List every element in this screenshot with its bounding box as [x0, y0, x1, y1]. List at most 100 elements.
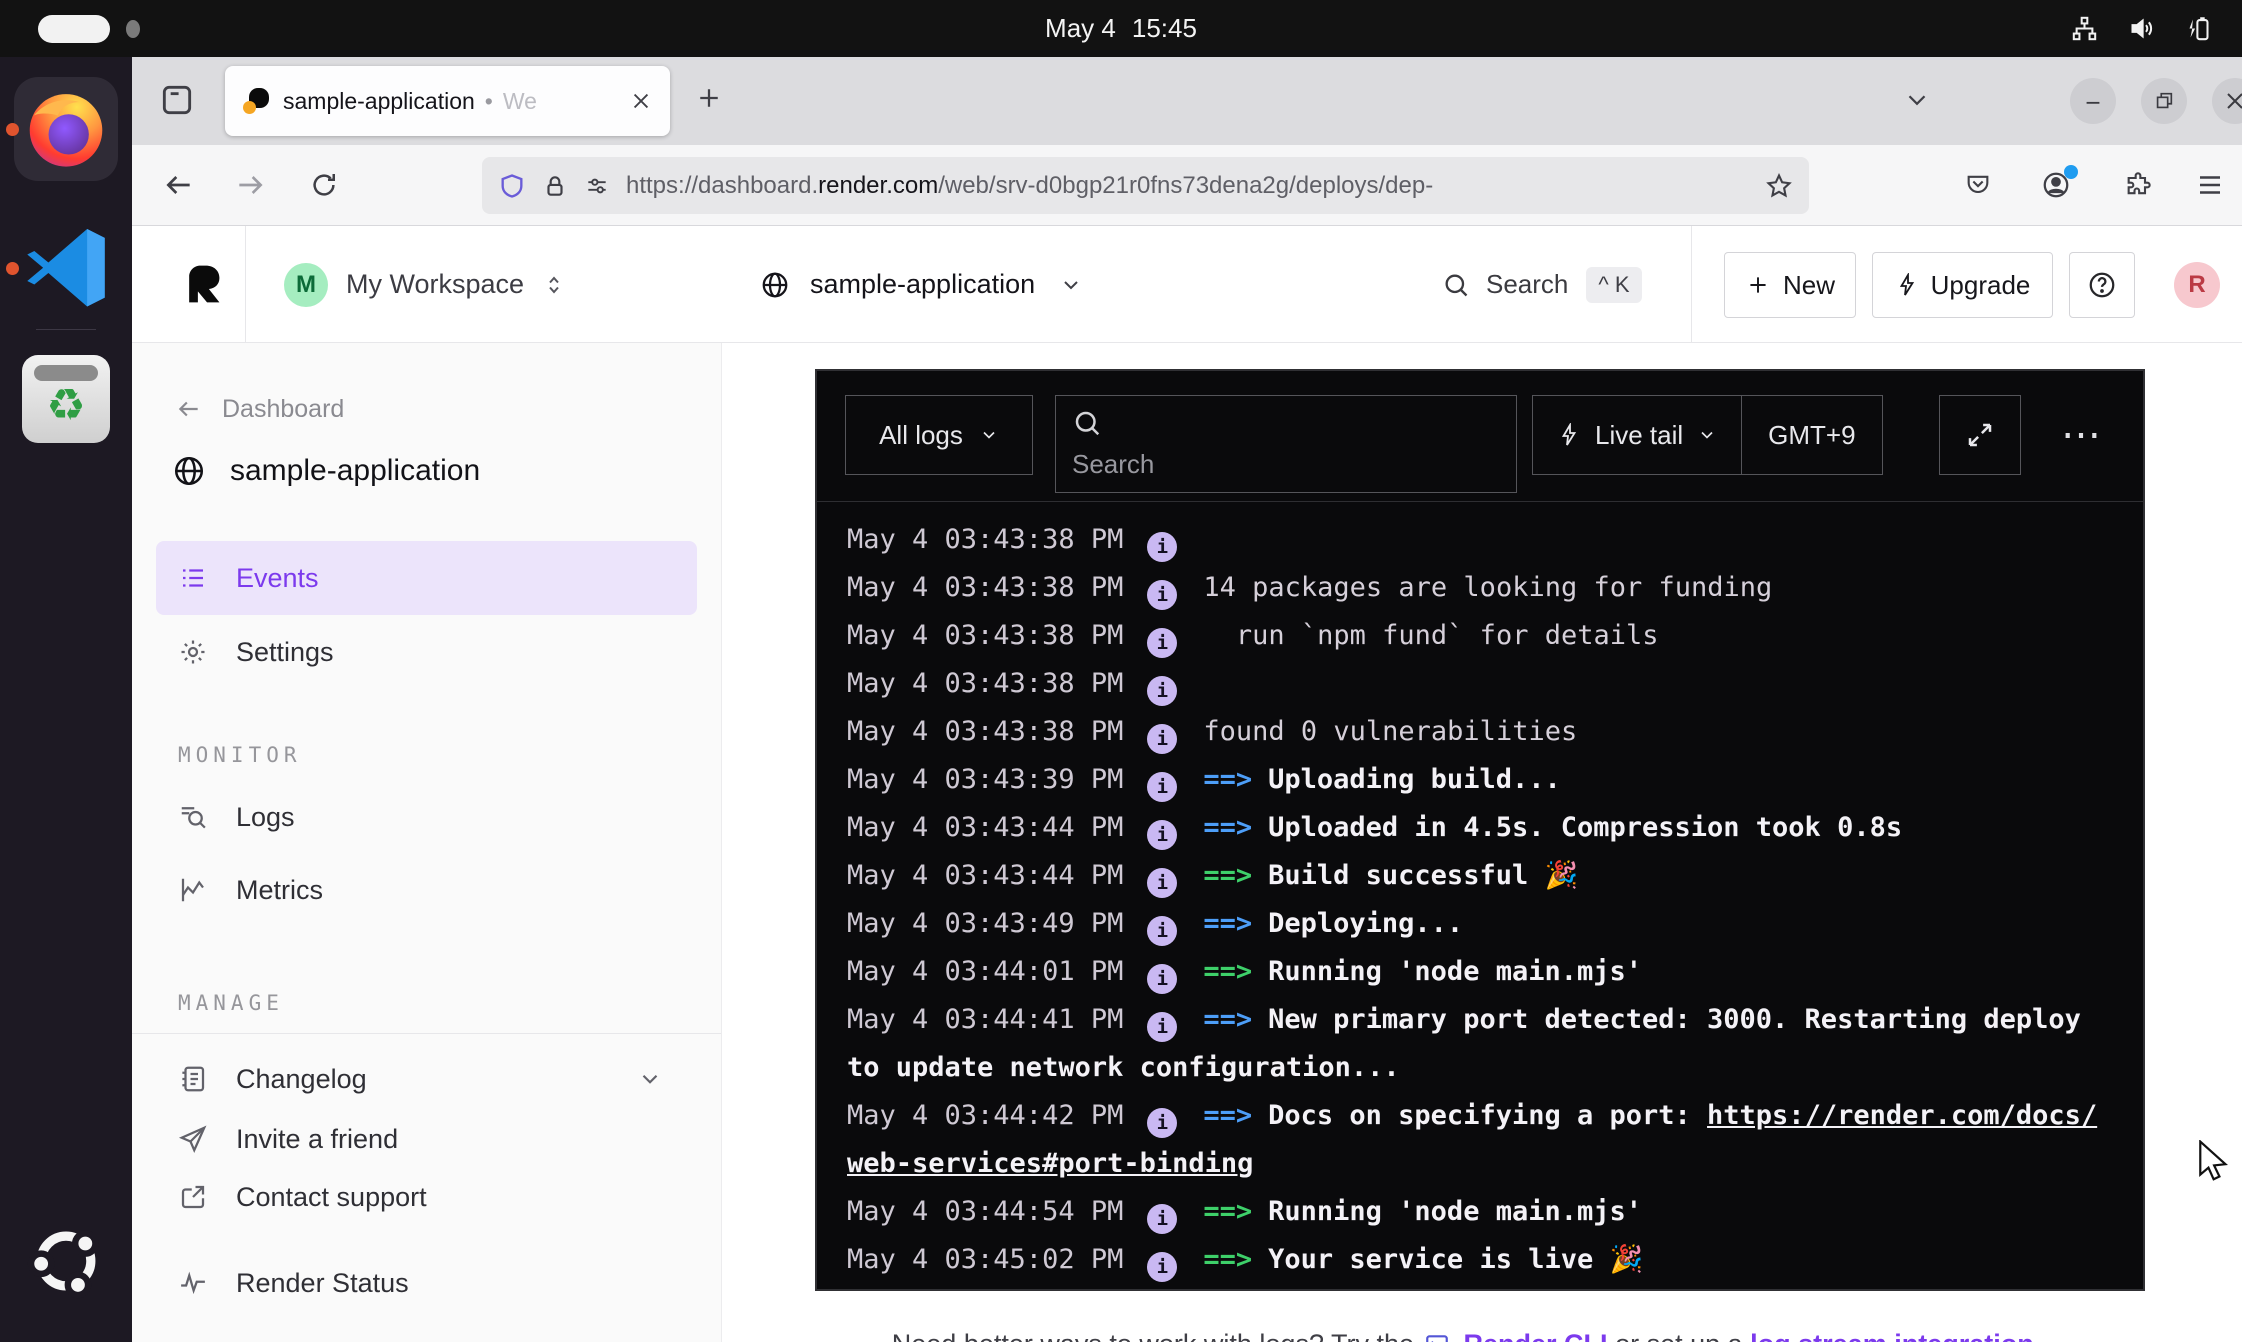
pocket-button[interactable]	[1956, 163, 2000, 207]
menu-button[interactable]	[2188, 163, 2232, 207]
globe-icon	[172, 454, 206, 488]
render-logo[interactable]	[180, 262, 224, 306]
more-options-button[interactable]: ⋯	[2061, 395, 2103, 475]
log-stream-link[interactable]: log stream integration	[1750, 1329, 2034, 1342]
extensions-button[interactable]	[2116, 163, 2160, 207]
sidebar-item-settings[interactable]: Settings	[156, 615, 697, 689]
info-icon: i	[1147, 1204, 1177, 1234]
log-row[interactable]: May 4 03:44:41 PMi==>New primary port de…	[847, 996, 2113, 1092]
filter-label: All logs	[879, 420, 963, 451]
search-icon	[1072, 408, 1102, 438]
system-tray[interactable]	[2071, 15, 2212, 42]
log-arrow: ==>	[1203, 812, 1252, 843]
selector-icon	[542, 273, 566, 297]
back-button[interactable]	[157, 163, 201, 207]
log-row[interactable]: May 4 03:43:49 PMi==>Deploying...	[847, 900, 2113, 948]
expand-logs-button[interactable]	[1939, 395, 2021, 475]
live-tail-control: Live tail GMT+9	[1532, 395, 1883, 475]
log-toolbar: All logs Search Live tail	[817, 371, 2143, 502]
sidebar-item-changelog[interactable]: Changelog	[156, 1049, 697, 1109]
url-text[interactable]: https://dashboard.render.com/web/srv-d0b…	[626, 172, 1749, 200]
log-arrow: ==>	[1203, 908, 1252, 939]
user-avatar[interactable]: R	[2174, 226, 2220, 343]
chevron-down-icon	[1059, 273, 1083, 297]
log-search-input[interactable]: Search	[1055, 395, 1517, 493]
live-tail-dropdown[interactable]: Live tail	[1533, 396, 1741, 474]
tab-close-button[interactable]	[630, 90, 652, 112]
minimize-button[interactable]	[2070, 78, 2116, 124]
footer-mid-text: or set up a	[1615, 1329, 1743, 1342]
search-icon	[1442, 271, 1470, 299]
url-bar[interactable]: https://dashboard.render.com/web/srv-d0b…	[482, 157, 1809, 214]
workspace-selector[interactable]: M My Workspace	[284, 226, 566, 343]
log-message: Uploading build...	[1268, 764, 1561, 795]
log-row[interactable]: May 4 03:44:42 PMi==>Docs on specifying …	[847, 1092, 2113, 1188]
permissions-icon[interactable]	[584, 173, 610, 199]
service-selector[interactable]: sample-application	[760, 226, 1083, 343]
trash-dock-item[interactable]: ♻	[0, 355, 132, 443]
trash-lid	[34, 365, 98, 381]
upgrade-button[interactable]: Upgrade	[1872, 252, 2053, 318]
list-icon	[178, 563, 208, 593]
log-row[interactable]: May 4 03:43:44 PMi==>Uploaded in 4.5s. C…	[847, 804, 2113, 852]
log-row[interactable]: May 4 03:44:54 PMi==>Running 'node main.…	[847, 1188, 2113, 1236]
user-initial: R	[2174, 262, 2220, 308]
close-window-button[interactable]	[2212, 78, 2242, 124]
account-button[interactable]	[2034, 163, 2078, 207]
ubuntu-dock-item[interactable]	[0, 1215, 132, 1307]
timezone-button[interactable]: GMT+9	[1742, 396, 1881, 474]
new-button[interactable]: New	[1724, 252, 1856, 318]
log-row[interactable]: May 4 03:43:38 PMifound 0 vulnerabilitie…	[847, 708, 2113, 756]
minimize-icon	[2082, 90, 2104, 112]
sidebar-back-dashboard[interactable]: Dashboard	[176, 387, 344, 431]
browser-tab[interactable]: sample-application • We	[225, 66, 670, 136]
settings-label: Settings	[236, 637, 334, 668]
log-row[interactable]: May 4 03:43:38 PMi14 packages are lookin…	[847, 564, 2113, 612]
log-row[interactable]: May 4 03:43:38 PMi	[847, 660, 2113, 708]
new-tab-button[interactable]	[694, 83, 724, 113]
sidebar-item-events[interactable]: Events	[156, 541, 697, 615]
log-message: Your service is live 🎉	[1268, 1244, 1643, 1275]
vscode-dock-item[interactable]	[0, 222, 132, 310]
chart-icon	[178, 875, 208, 905]
timezone-label: GMT+9	[1768, 420, 1855, 451]
sidebar-item-metrics[interactable]: Metrics	[156, 860, 697, 920]
render-cli-link[interactable]: Render CLI	[1464, 1329, 1608, 1342]
log-row[interactable]: May 4 03:43:38 PMi run `npm fund` for de…	[847, 612, 2113, 660]
gear-icon	[178, 637, 208, 667]
system-clock[interactable]: May 4 15:45	[1045, 13, 1197, 44]
search-label: Search	[1486, 269, 1568, 300]
forward-button[interactable]	[228, 163, 272, 207]
firefox-dock-item[interactable]	[0, 77, 132, 181]
reload-button[interactable]	[302, 163, 346, 207]
hamburger-icon	[2195, 170, 2225, 200]
paper-plane-icon	[178, 1124, 208, 1154]
maximize-button[interactable]	[2141, 78, 2187, 124]
bookmark-star-button[interactable]	[1765, 172, 1793, 200]
lock-icon[interactable]	[542, 173, 568, 199]
sidebar-item-invite[interactable]: Invite a friend	[156, 1109, 697, 1169]
section-title-manage: MANAGE	[178, 991, 284, 1015]
chevron-down-icon	[637, 1066, 663, 1092]
sidebar-item-logs[interactable]: Logs	[156, 787, 697, 847]
log-row[interactable]: May 4 03:45:02 PMi==>Your service is liv…	[847, 1236, 2113, 1284]
log-row[interactable]: May 4 03:43:44 PMi==>Build successful 🎉	[847, 852, 2113, 900]
help-button[interactable]	[2069, 252, 2135, 318]
log-message: Docs on specifying a port:	[1268, 1100, 1707, 1131]
log-row[interactable]: May 4 03:43:39 PMi==>Uploading build...	[847, 756, 2113, 804]
log-row[interactable]: May 4 03:43:38 PMi	[847, 516, 2113, 564]
log-filter-dropdown[interactable]: All logs	[845, 395, 1033, 475]
tab-list-button[interactable]	[1902, 85, 1932, 115]
search-button[interactable]: Search ^ K	[1442, 226, 1642, 343]
shield-icon[interactable]	[498, 172, 526, 200]
pocket-icon	[1964, 171, 1992, 199]
firefox-view-button[interactable]	[158, 81, 196, 119]
activities-pill[interactable]	[38, 15, 110, 43]
mouse-cursor	[2196, 1140, 2236, 1184]
service-title-label: sample-application	[230, 454, 480, 488]
log-row[interactable]: May 4 03:44:01 PMi==>Running 'node main.…	[847, 948, 2113, 996]
url-prefix: https://dashboard.	[626, 172, 818, 199]
sidebar-item-render-status[interactable]: Render Status	[156, 1253, 697, 1313]
sidebar-item-contact[interactable]: Contact support	[156, 1167, 697, 1227]
footer-arrow: →	[2041, 1329, 2068, 1342]
